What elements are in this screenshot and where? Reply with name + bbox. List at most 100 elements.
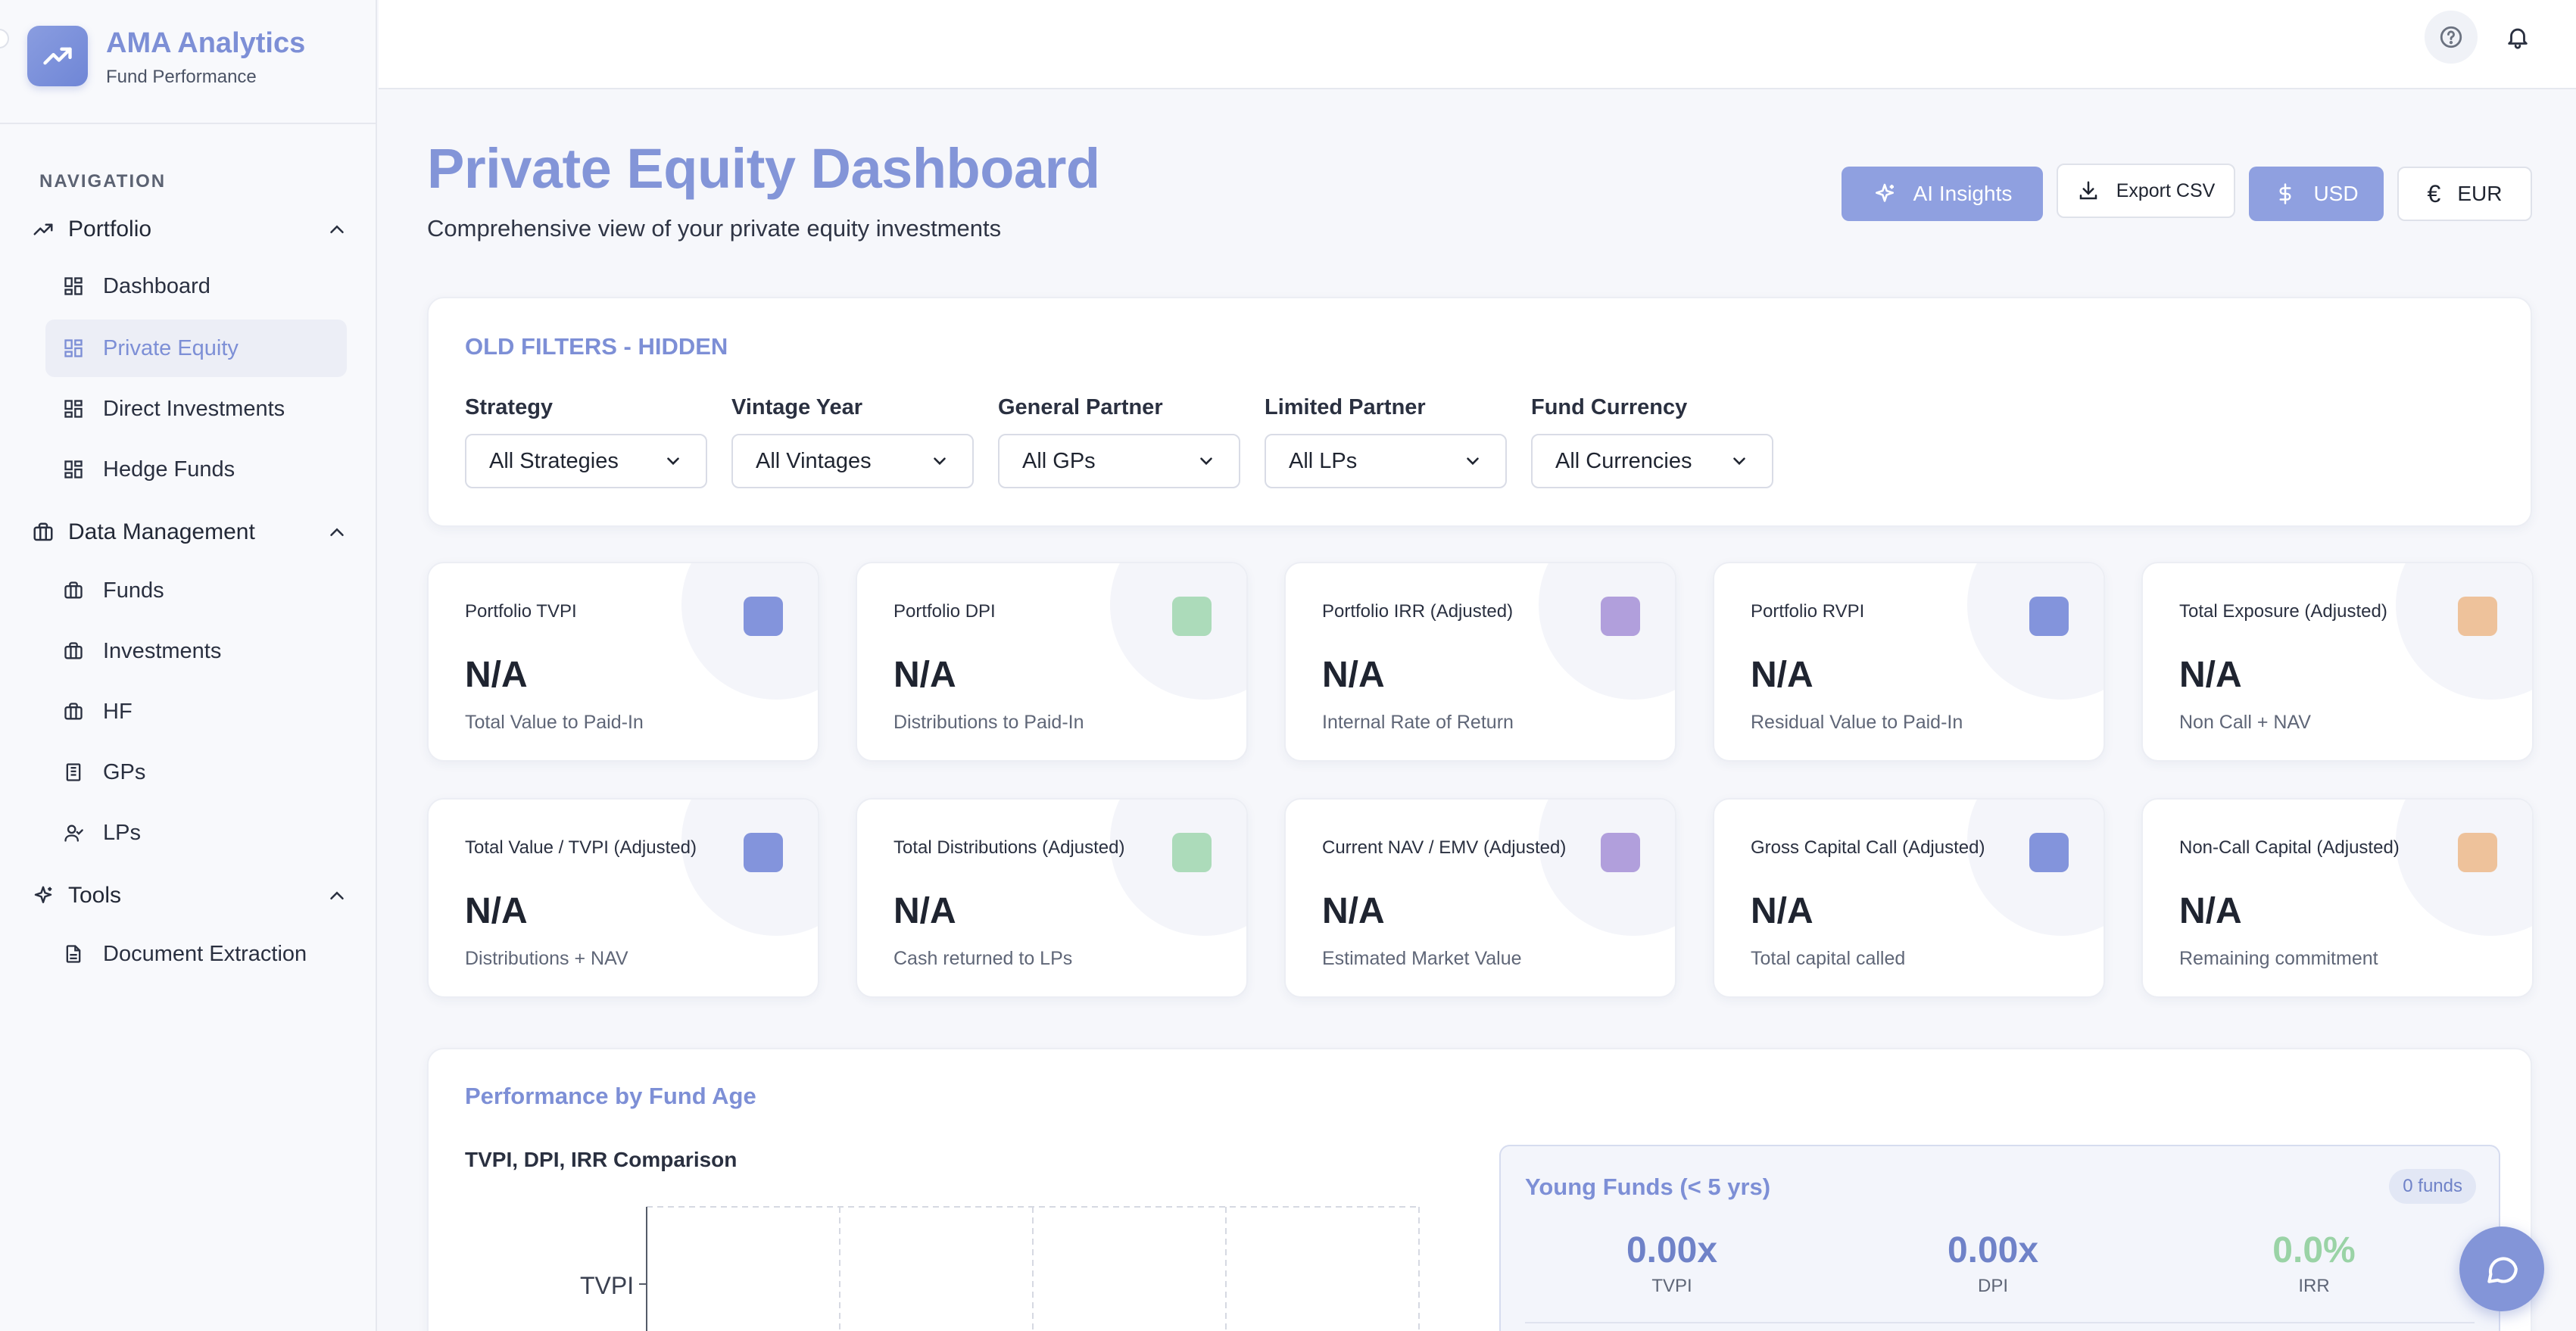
- sidebar-item-label: Private Equity: [103, 335, 239, 360]
- clock-icon: [2458, 833, 2497, 872]
- sidebar-item-dashboard[interactable]: Dashboard: [45, 257, 347, 315]
- filter-label: General Partner: [998, 395, 1163, 419]
- general-partner-select[interactable]: All GPs: [998, 434, 1240, 488]
- chevron-up-icon[interactable]: [326, 218, 348, 241]
- chevron-up-icon[interactable]: [326, 884, 348, 907]
- sidebar-item-label: GPs: [103, 759, 146, 784]
- brand-logo-icon[interactable]: [27, 26, 88, 86]
- nav-group-data-management[interactable]: Data Management: [30, 513, 348, 551]
- filter-label: Vintage Year: [731, 395, 863, 419]
- sidebar-item-label: LPs: [103, 820, 141, 845]
- dollar-icon: [1172, 833, 1212, 872]
- sidebar-item-hf[interactable]: HF: [45, 683, 347, 740]
- metric-value: N/A: [465, 891, 528, 931]
- sidebar-item-funds[interactable]: Funds: [45, 562, 347, 619]
- nav-group-tools[interactable]: Tools: [30, 877, 348, 915]
- young-funds-card: Young Funds (< 5 yrs) 0 funds 0.00x TVPI…: [1499, 1145, 2500, 1331]
- sidebar-item-lps[interactable]: LPs: [45, 804, 347, 862]
- briefcase-icon: [30, 519, 56, 545]
- dollar-icon: [744, 833, 783, 872]
- metric-value: N/A: [1322, 655, 1385, 695]
- vintage-year-select[interactable]: All Vintages: [731, 434, 974, 488]
- brand-subtitle: Fund Performance: [106, 67, 257, 87]
- metric-card: Portfolio TVPI N/A Total Value to Paid-In: [427, 562, 819, 762]
- select-value: All LPs: [1289, 448, 1358, 473]
- metric-description: Cash returned to LPs: [893, 948, 1073, 969]
- nav-group-label: Data Management: [68, 519, 255, 544]
- sidebar-item-label: HF: [103, 699, 133, 724]
- building-icon: [62, 761, 85, 784]
- dollar-icon: [2274, 182, 2297, 205]
- metric-label: Total Value / TVPI (Adjusted): [465, 837, 697, 858]
- help-button[interactable]: [2425, 11, 2478, 64]
- sparkles-icon: [1873, 182, 1897, 206]
- sidebar-item-investments[interactable]: Investments: [45, 622, 347, 680]
- chat-button[interactable]: [2459, 1227, 2544, 1311]
- box-icon: [1601, 833, 1640, 872]
- grid-icon: [62, 458, 85, 481]
- sidebar-item-document-extraction[interactable]: Document Extraction: [45, 925, 347, 983]
- stat-label: TVPI: [1651, 1276, 1692, 1296]
- usd-currency-button[interactable]: USD: [2249, 167, 2384, 221]
- fund-currency-select[interactable]: All Currencies: [1531, 434, 1773, 488]
- metric-description: Non Call + NAV: [2179, 712, 2311, 733]
- chevron-down-icon: [1200, 457, 1212, 466]
- sidebar-item-hedge-funds[interactable]: Hedge Funds: [45, 441, 347, 498]
- metric-label: Total Distributions (Adjusted): [893, 837, 1125, 858]
- select-value: All GPs: [1022, 448, 1096, 473]
- usd-label: USD: [2313, 182, 2359, 205]
- sidebar-item-label: Investments: [103, 638, 222, 663]
- metric-label: Portfolio DPI: [893, 601, 996, 622]
- young-irr-stat: 0.0% IRR: [2200, 1230, 2428, 1297]
- limited-partner-select[interactable]: All LPs: [1265, 434, 1507, 488]
- select-value: All Vintages: [756, 448, 872, 473]
- stat-value: 0.0%: [2272, 1230, 2356, 1270]
- export-csv-label: Export CSV: [2116, 179, 2216, 201]
- metric-description: Distributions + NAV: [465, 948, 628, 969]
- strategy-select[interactable]: All Strategies: [465, 434, 707, 488]
- filters-panel: OLD FILTERS - HIDDEN Strategy All Strate…: [427, 297, 2532, 527]
- chevron-down-icon: [1733, 457, 1745, 466]
- fund-count-badge: 0 funds: [2389, 1169, 2476, 1204]
- select-value: All Strategies: [489, 448, 619, 473]
- sidebar-item-label: Direct Investments: [103, 396, 285, 421]
- page-title: Private Equity Dashboard: [427, 137, 1100, 200]
- metric-card: Portfolio DPI N/A Distributions to Paid-In: [856, 562, 1248, 762]
- notifications-button[interactable]: [2491, 11, 2544, 64]
- bell-icon: [2508, 28, 2528, 49]
- export-csv-button[interactable]: Export CSV: [2057, 164, 2235, 218]
- sidebar-item-direct-investments[interactable]: Direct Investments: [45, 380, 347, 438]
- filter-label: Fund Currency: [1531, 395, 1688, 419]
- grid-icon: [62, 337, 85, 360]
- chevron-up-icon[interactable]: [326, 521, 348, 544]
- sidebar-item-private-equity[interactable]: Private Equity: [45, 320, 347, 377]
- euro-icon: €: [2427, 179, 2441, 207]
- stat-value: 0.00x: [1626, 1230, 1718, 1270]
- metric-value: N/A: [893, 655, 956, 695]
- sidebar-item-label: Hedge Funds: [103, 457, 235, 482]
- filter-vintage-year: Vintage Year All Vintages: [731, 395, 974, 488]
- metric-label: Current NAV / EMV (Adjusted): [1322, 837, 1567, 858]
- chat-icon: [2487, 1257, 2518, 1283]
- filter-strategy: Strategy All Strategies: [465, 395, 707, 488]
- dollar-icon: [1172, 597, 1212, 636]
- user-check-icon: [62, 821, 85, 844]
- comparison-chart: [639, 1206, 1420, 1331]
- ai-insights-button[interactable]: AI Insights: [1842, 167, 2043, 221]
- filter-label: Strategy: [465, 395, 554, 419]
- briefcase-icon: [2029, 597, 2069, 636]
- sidebar-item-label: Dashboard: [103, 273, 211, 298]
- brand-title: AMA Analytics: [106, 27, 306, 59]
- top-bar: [379, 0, 2576, 89]
- stat-label: IRR: [2298, 1276, 2330, 1296]
- metric-description: Internal Rate of Return: [1322, 712, 1514, 733]
- briefcase-icon: [62, 579, 85, 602]
- brand-header: AMA Analytics Fund Performance: [0, 0, 376, 124]
- sidebar-item-gps[interactable]: GPs: [45, 743, 347, 801]
- nav-group-portfolio[interactable]: Portfolio: [30, 210, 348, 248]
- target-icon: [2458, 597, 2497, 636]
- filter-label: Limited Partner: [1265, 395, 1426, 419]
- briefcase-icon: [62, 640, 85, 662]
- filters-title: OLD FILTERS - HIDDEN: [465, 333, 728, 360]
- eur-currency-button[interactable]: € EUR: [2397, 167, 2532, 221]
